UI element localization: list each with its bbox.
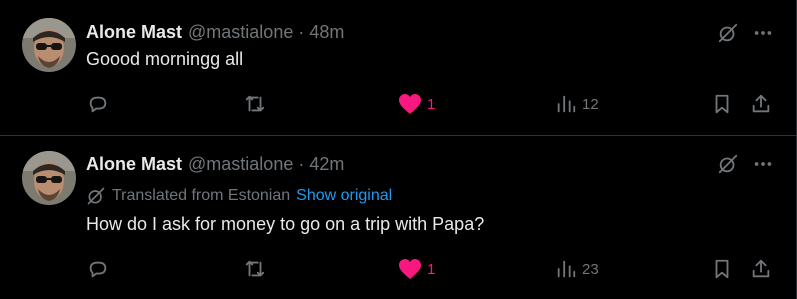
reply-icon bbox=[87, 258, 109, 280]
tweet-text: How do I ask for money to go on a trip w… bbox=[86, 214, 485, 234]
author-handle[interactable]: @mastialone bbox=[188, 22, 293, 43]
separator: · bbox=[298, 21, 305, 42]
retweet-icon bbox=[244, 93, 266, 115]
tweet[interactable]: Alone Mast @mastialone · 48m Goood morni… bbox=[0, 0, 797, 136]
tweet-header: Alone Mast @mastialone · 48m bbox=[86, 20, 344, 44]
views-icon bbox=[555, 93, 577, 115]
tweet[interactable]: Alone Mast @mastialone · 42m Translated … bbox=[0, 136, 797, 299]
like-count: 1 bbox=[427, 260, 436, 278]
like-button[interactable]: 1 bbox=[398, 257, 435, 281]
translation-label: Translated from Estonian bbox=[112, 187, 291, 204]
reply-button[interactable] bbox=[87, 257, 114, 281]
like-button[interactable]: 1 bbox=[398, 92, 435, 116]
separator: · bbox=[298, 153, 305, 174]
share-icon bbox=[750, 93, 772, 115]
bookmark-icon bbox=[711, 93, 733, 115]
heart-icon bbox=[398, 93, 422, 115]
author-name[interactable]: Alone Mast bbox=[86, 22, 182, 43]
avatar[interactable] bbox=[22, 151, 76, 205]
share-button[interactable] bbox=[750, 92, 772, 116]
views-button[interactable]: 12 bbox=[555, 92, 599, 116]
share-button[interactable] bbox=[750, 257, 772, 281]
tweet-text: Goood morningg all bbox=[86, 49, 244, 69]
reply-icon bbox=[87, 93, 109, 115]
retweet-button[interactable] bbox=[244, 92, 271, 116]
tweet-header: Alone Mast @mastialone · 42m bbox=[86, 152, 344, 176]
bookmark-button[interactable] bbox=[711, 257, 733, 281]
more-icon[interactable] bbox=[751, 152, 775, 176]
grok-icon[interactable] bbox=[716, 21, 740, 45]
timestamp[interactable]: 42m bbox=[309, 154, 344, 175]
views-count: 23 bbox=[582, 260, 599, 278]
heart-icon bbox=[398, 258, 422, 280]
avatar[interactable] bbox=[22, 18, 76, 72]
views-icon bbox=[555, 258, 577, 280]
more-icon[interactable] bbox=[751, 21, 775, 45]
translate-icon bbox=[86, 186, 106, 206]
like-count: 1 bbox=[427, 95, 436, 113]
bookmark-icon bbox=[711, 258, 733, 280]
timestamp[interactable]: 48m bbox=[309, 22, 344, 43]
views-count: 12 bbox=[582, 95, 599, 113]
retweet-icon bbox=[244, 258, 266, 280]
author-handle[interactable]: @mastialone bbox=[188, 154, 293, 175]
reply-button[interactable] bbox=[87, 92, 114, 116]
bookmark-button[interactable] bbox=[711, 92, 733, 116]
retweet-button[interactable] bbox=[244, 257, 271, 281]
views-button[interactable]: 23 bbox=[555, 257, 599, 281]
share-icon bbox=[750, 258, 772, 280]
grok-icon[interactable] bbox=[716, 152, 740, 176]
author-name[interactable]: Alone Mast bbox=[86, 154, 182, 175]
translation-notice: Translated from Estonian Show original bbox=[86, 184, 392, 208]
show-original-link[interactable]: Show original bbox=[296, 187, 392, 205]
